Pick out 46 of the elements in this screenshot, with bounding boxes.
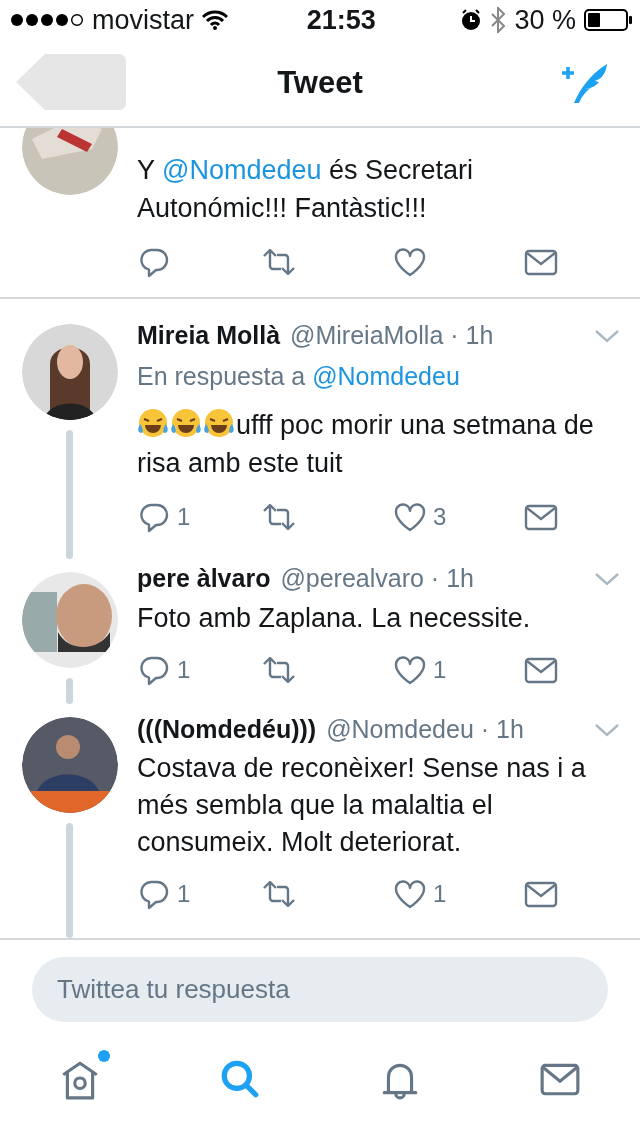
reply-icon[interactable] xyxy=(137,654,171,686)
wifi-icon xyxy=(202,10,228,30)
tweet-text: ufff poc morir una setmana de risa amb este tuit xyxy=(137,406,608,482)
reply-context: En respuesta a @Nomdedeu xyxy=(137,361,461,392)
reply-icon[interactable] xyxy=(137,501,171,533)
author-name[interactable]: (((Nomdedéu))) xyxy=(137,711,317,749)
retweet-icon[interactable] xyxy=(262,501,296,533)
battery-icon xyxy=(584,9,632,31)
retweet-icon[interactable] xyxy=(262,878,296,910)
retweet-icon[interactable] xyxy=(262,246,296,278)
laughing-emoji-icon xyxy=(137,407,169,439)
author-handle: @perealvaro · 1h xyxy=(280,563,474,595)
notification-dot xyxy=(98,1050,110,1062)
tweet-text: Foto amb Zaplana. La necessite. xyxy=(137,602,532,635)
tweet-text: Y @Nomdedeu és Secretari Autonómic!!! Fantàstic!!! xyxy=(137,154,475,225)
like-icon[interactable] xyxy=(393,654,427,686)
tweet-text: Costava de reconèixer! Sense nas i a més sembla que la malaltia el consumeix. Molt deteriorat. xyxy=(137,752,587,859)
action-count: 3 xyxy=(433,502,447,532)
action-count: 1 xyxy=(177,879,191,909)
action-count: 1 xyxy=(177,502,191,532)
alarm-icon xyxy=(460,9,483,31)
bluetooth-icon xyxy=(490,7,507,33)
laughing-emoji-icon xyxy=(203,407,235,439)
status-time: 21:53 xyxy=(306,3,376,37)
signal-icon xyxy=(10,13,84,27)
search-icon xyxy=(219,1058,261,1100)
action-count: 1 xyxy=(433,655,447,685)
author-handle: @Nomdedeu · 1h xyxy=(326,714,524,746)
author-name[interactable]: Mireia Mollà xyxy=(137,317,281,355)
action-count: 1 xyxy=(433,879,447,909)
thread-line xyxy=(66,678,73,704)
reply-field[interactable]: Twittea tu respuesta xyxy=(32,957,608,1022)
screen-title: Tweet xyxy=(277,63,363,102)
retweet-icon[interactable] xyxy=(262,654,296,686)
author-handle: @MireiaMolla · 1h xyxy=(290,320,494,352)
like-icon[interactable] xyxy=(393,501,427,533)
carrier-name: movistar xyxy=(92,3,194,37)
like-icon[interactable] xyxy=(393,246,427,278)
action-count: 1 xyxy=(177,655,191,685)
like-icon[interactable] xyxy=(393,878,427,910)
battery-percent: 30 % xyxy=(514,3,576,37)
author-name[interactable]: pere àlvaro xyxy=(137,560,271,598)
laughing-emoji-icon xyxy=(170,407,202,439)
compose-icon[interactable] xyxy=(560,62,608,104)
reply-icon[interactable] xyxy=(137,878,171,910)
reply-icon[interactable] xyxy=(137,246,171,278)
